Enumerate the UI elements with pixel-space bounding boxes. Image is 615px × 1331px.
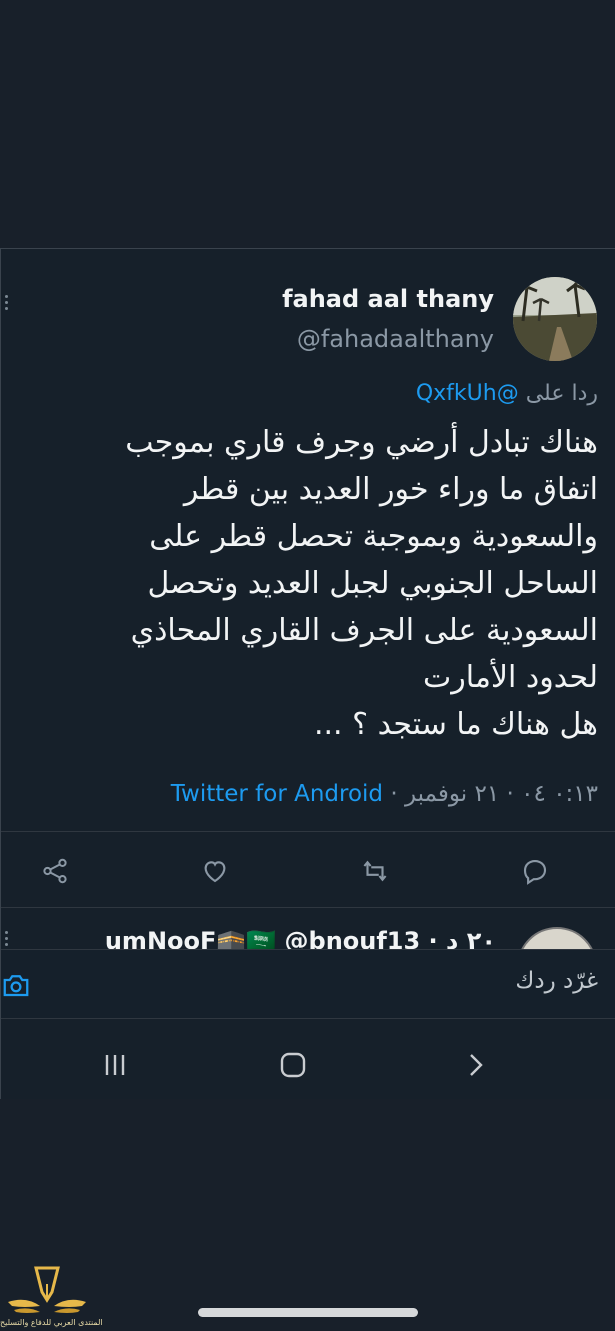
- divider: [1, 907, 615, 908]
- android-nav-bar: [1, 1039, 615, 1091]
- tweet-text: هناك تبادل أرضي وجرف قاري بموجب اتفاق ما…: [38, 419, 598, 748]
- tweet-line: السعودية على الجرف القاري المحاذي: [130, 613, 598, 648]
- divider: [1, 831, 615, 832]
- retweet-button[interactable]: [357, 849, 393, 893]
- retweet-icon: [363, 860, 387, 882]
- recent-apps-button[interactable]: [95, 1045, 135, 1085]
- tweet-source-link[interactable]: Twitter for Android: [171, 781, 383, 807]
- camera-icon[interactable]: [1, 970, 31, 1000]
- gesture-bar[interactable]: [198, 1308, 418, 1317]
- reply-button[interactable]: [517, 849, 553, 893]
- user-handle[interactable]: @fahadaalthany: [297, 325, 494, 353]
- avatar[interactable]: [513, 277, 597, 361]
- tweet-line: الساحل الجنوبي لجبل العديد وتحصل: [147, 566, 598, 601]
- recent-apps-icon: [105, 1055, 125, 1075]
- tweet-actions: [1, 849, 615, 893]
- reply-prefix: ردا على: [525, 381, 598, 406]
- replying-to: ردا على @QxfkUh: [416, 381, 598, 406]
- tweet-line: هل هناك ما ستجد ؟ ...: [313, 707, 598, 742]
- like-button[interactable]: [197, 849, 233, 893]
- next-reply-preview[interactable]: umNooF🕋🇸🇦 @bnouf13 · ٢٠ د: [1, 909, 615, 949]
- share-button[interactable]: [37, 849, 73, 893]
- reply-input[interactable]: غرّد ردك: [515, 968, 598, 994]
- more-options-icon[interactable]: [3, 931, 9, 946]
- home-icon: [280, 1052, 306, 1078]
- tweet-meta: ٠:١٣ ٠٤ · ٢١ نوفمبر · Twitter for Androi…: [170, 781, 598, 807]
- tweet-detail-frame: fahad aal thany @fahadaalthany ردا على @…: [0, 248, 615, 1099]
- share-icon: [43, 858, 67, 884]
- home-button[interactable]: [273, 1045, 313, 1085]
- avatar[interactable]: [517, 927, 597, 949]
- tweet-date: ٢١ نوفمبر: [404, 781, 500, 807]
- tweet-line: اتفاق ما وراء خور العديد بين قطر: [183, 472, 598, 507]
- display-name[interactable]: fahad aal thany: [282, 285, 494, 313]
- reply-icon: [523, 859, 547, 885]
- tweet-time: ٠:١٣ ٠٤: [521, 781, 598, 807]
- more-options-icon[interactable]: [3, 295, 9, 310]
- next-reply-header[interactable]: umNooF🕋🇸🇦 @bnouf13 · ٢٠ د: [105, 927, 496, 949]
- back-button[interactable]: [455, 1045, 495, 1085]
- tweet-line: لحدود الأمارت: [422, 660, 598, 695]
- back-chevron-icon: [470, 1054, 483, 1076]
- tweet-line: والسعودية وبموجبة تحصل قطر على: [149, 519, 598, 554]
- reply-mention-link[interactable]: @QxfkUh: [416, 381, 519, 406]
- like-icon: [204, 861, 226, 883]
- reply-composer[interactable]: غرّد ردك: [1, 949, 615, 1019]
- watermark-text: المنتدى العربي للدفاع والتسليح: [0, 1318, 103, 1327]
- tweet-line: هناك تبادل أرضي وجرف قاري بموجب: [125, 425, 598, 460]
